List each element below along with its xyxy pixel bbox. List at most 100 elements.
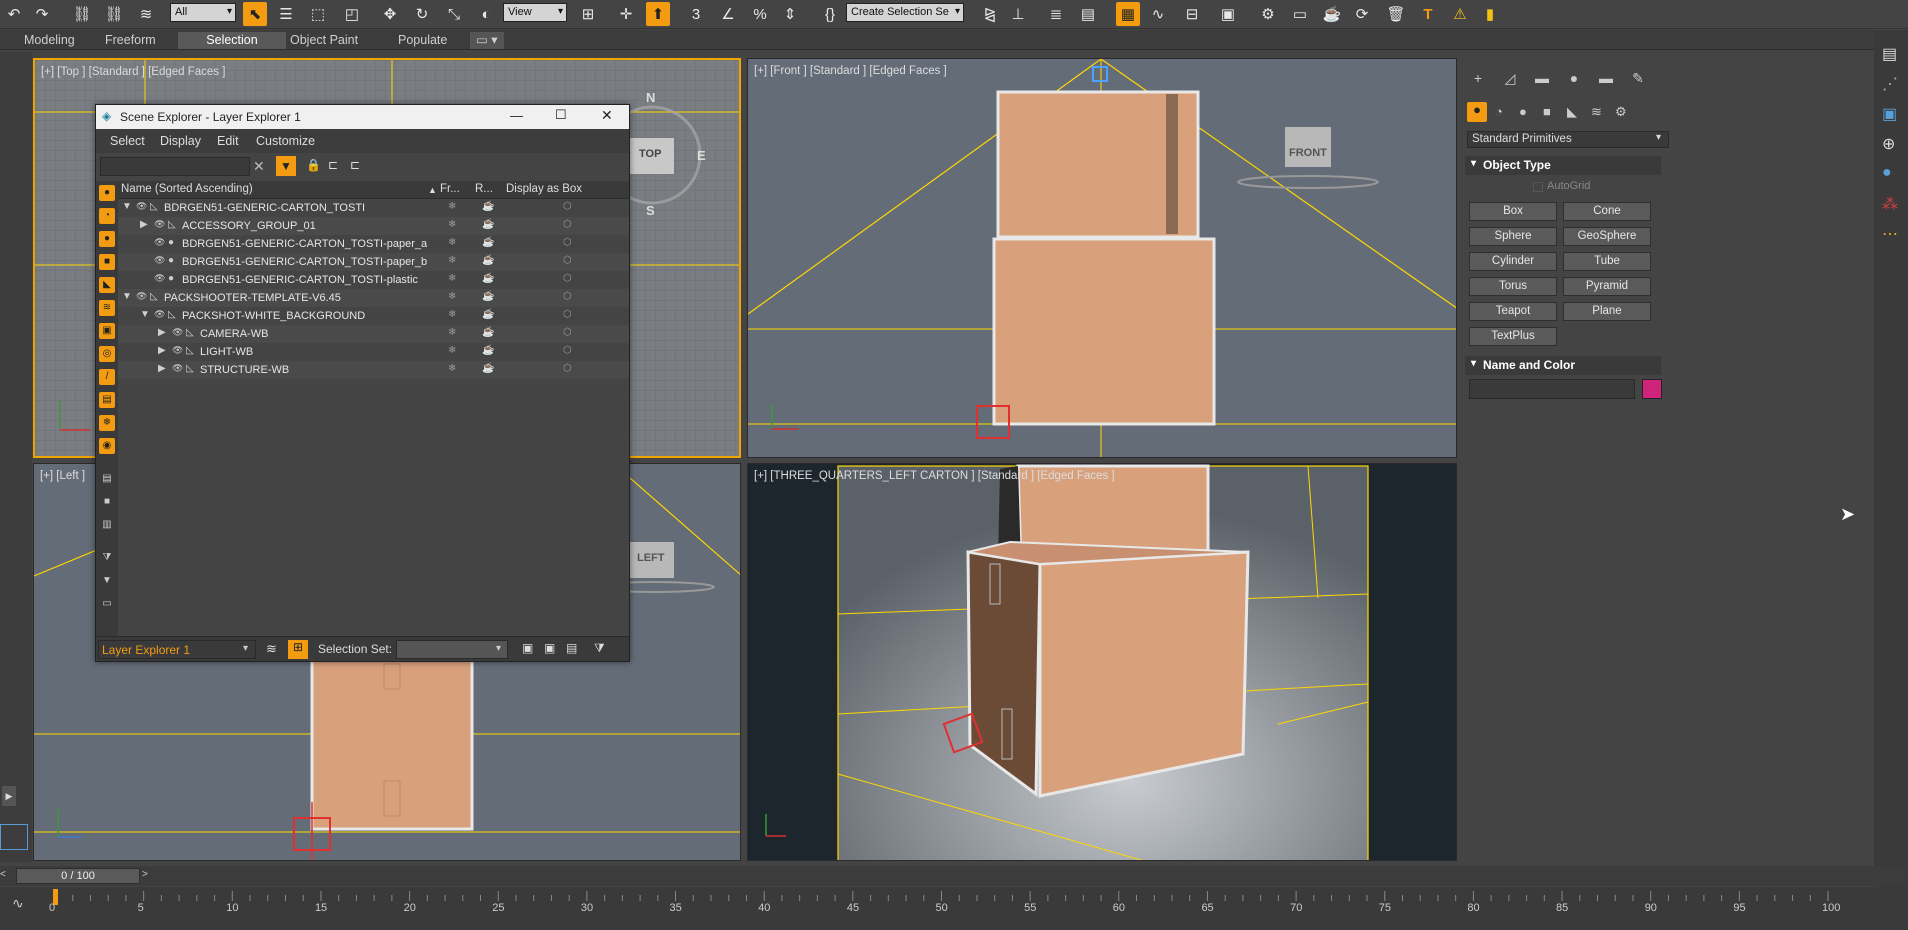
tab-selection[interactable]: Selection [178, 32, 286, 49]
category-chevron-icon[interactable]: ▾ [1656, 132, 1661, 143]
lock-icon[interactable]: 🔒 [306, 158, 321, 172]
viewcube-front[interactable]: FRONT [1289, 147, 1327, 159]
tube-button[interactable]: Tube [1563, 252, 1651, 271]
create-tab-icon[interactable]: + [1467, 70, 1489, 90]
selection-filter-dropdown[interactable]: All [170, 3, 236, 22]
renderable-icon[interactable]: ☕ [482, 309, 494, 320]
groups-filter-icon[interactable]: ▣ [99, 323, 115, 339]
shapes-filter-icon[interactable]: ◔ [99, 208, 115, 224]
explorer-row[interactable]: ▼ 👁 ◺ PACKSHOT-WHITE_BACKGROUND ❄ ☕ ⬡ [118, 307, 629, 325]
name-color-rollout[interactable]: Name and Color [1465, 356, 1661, 375]
freeze-icon[interactable]: ❄ [448, 345, 456, 356]
frozen-filter-icon[interactable]: ❄ [99, 415, 115, 431]
explorer-row[interactable]: 👁 ● BDRGEN51-GENERIC-CARTON_TOSTI-paper_b ❄… [118, 253, 629, 271]
sphere-icon[interactable]: ● [1882, 164, 1892, 182]
plane-button[interactable]: Plane [1563, 302, 1651, 321]
filter-selection-icon[interactable]: ⧩ [594, 641, 605, 656]
move-icon[interactable]: ✥ [378, 2, 402, 26]
render-iter-icon[interactable]: ⟳ [1350, 2, 1374, 26]
tab-modeling[interactable]: Modeling [14, 32, 85, 49]
lights-filter-icon[interactable]: ● [99, 231, 115, 247]
teapot-button[interactable]: Teapot [1469, 302, 1557, 321]
renderable-icon[interactable]: ☕ [482, 273, 494, 284]
edit-named-sel-icon[interactable]: {} [818, 2, 842, 26]
select-by-name-icon[interactable]: ☰ [274, 2, 298, 26]
menu-select[interactable]: Select [110, 134, 145, 148]
scale-icon[interactable]: ⤡ [442, 2, 466, 26]
link-icon[interactable]: ⛓ [70, 2, 94, 26]
visibility-eye-icon[interactable]: 👁 [154, 237, 165, 248]
menu-display[interactable]: Display [160, 134, 201, 148]
freeze-icon[interactable]: ❄ [448, 237, 456, 248]
layers-icon[interactable]: ≋ [266, 641, 277, 657]
renderable-icon[interactable]: ☕ [482, 327, 494, 338]
cube-icon[interactable]: ▣ [1882, 104, 1897, 124]
time-prev-icon[interactable]: < [0, 869, 14, 883]
viewport-label-left[interactable]: [+] [Left ] [40, 470, 85, 482]
text-icon[interactable]: T [1416, 2, 1440, 26]
display-box-icon[interactable]: ⬡ [563, 327, 572, 338]
track-bar[interactable]: ∿ 0 5 10 15 20 25 30 35 40 45 50 55 60 65 70 75 80 85 90 95… [0, 887, 1908, 930]
geometry-icon[interactable]: ● [1467, 102, 1487, 122]
minimize-icon[interactable]: — [510, 108, 523, 123]
window-crossing-icon[interactable]: ◰ [340, 2, 364, 26]
explorer-row[interactable]: 👁 ● BDRGEN51-GENERIC-CARTON_TOSTI-plastic ❄… [118, 271, 629, 289]
tag-icon[interactable]: ▮ [1478, 2, 1502, 26]
reference-coord-dropdown[interactable]: View [503, 3, 567, 22]
autogrid-checkbox[interactable] [1533, 182, 1543, 192]
chevron-down-icon[interactable]: ▾ [243, 643, 248, 654]
bones-filter-icon[interactable]: / [99, 369, 115, 385]
hierarchy-mode-icon[interactable]: ⊞ [288, 640, 308, 659]
trash-icon[interactable]: 🗑 [1384, 2, 1408, 26]
maximize-icon[interactable]: ☐ [555, 107, 567, 123]
keyboard-shortcut-override-icon[interactable]: ⬆ [646, 2, 670, 26]
display-box-icon[interactable]: ⬡ [563, 309, 572, 320]
snaps-icon[interactable]: 3 [684, 2, 708, 26]
visibility-eye-icon[interactable]: 👁 [172, 327, 183, 338]
col-box-header[interactable]: Display as Box [506, 183, 582, 195]
viewport-label-top[interactable]: [+] [Top ] [Standard ] [Edged Faces ] [41, 66, 225, 78]
viewport-layout-icon[interactable] [0, 824, 28, 850]
pivot-icon[interactable]: ⊞ [576, 2, 600, 26]
render-setup-icon[interactable]: ⚙ [1256, 2, 1280, 26]
display-box-icon[interactable]: ⬡ [563, 255, 572, 266]
display-box-icon[interactable]: ⬡ [563, 219, 572, 230]
cylinder-button[interactable]: Cylinder [1469, 252, 1557, 271]
display-box-icon[interactable]: ⬡ [563, 273, 572, 284]
spacewarps-filter-icon[interactable]: ≋ [99, 300, 115, 316]
helpers-icon[interactable]: ◣ [1567, 104, 1577, 120]
freeze-icon[interactable]: ❄ [448, 363, 456, 374]
rect-region-icon[interactable]: ⬚ [306, 2, 330, 26]
select-all-icon[interactable]: ▤ [99, 471, 115, 487]
dots-icon[interactable]: ⋯ [1882, 224, 1898, 244]
frame-window-icon[interactable]: ▭ [1288, 2, 1312, 26]
warning-icon[interactable]: ⚠ [1448, 2, 1472, 26]
utilities-tab-icon[interactable]: ✎ [1627, 70, 1649, 90]
tab-freeform[interactable]: Freeform [95, 32, 166, 49]
modify-tab-icon[interactable]: ◿ [1499, 70, 1521, 90]
freeze-icon[interactable]: ❄ [448, 291, 456, 302]
visibility-eye-icon[interactable]: 👁 [136, 201, 147, 212]
edit-selection-set-icon[interactable]: ▤ [566, 641, 577, 655]
explorer-row[interactable]: ▶ 👁 ◺ LIGHT-WB ❄ ☕ ⬡ [118, 343, 629, 361]
mirror-icon[interactable]: ⧎ [978, 2, 1002, 26]
cameras-filter-icon[interactable]: ■ [99, 254, 115, 270]
hierarchy-expand-icon[interactable]: ⊏ [350, 158, 360, 172]
freeze-icon[interactable]: ❄ [448, 255, 456, 266]
expand-right-icon[interactable]: ▶ [158, 327, 166, 338]
object-type-rollout[interactable]: Object Type [1465, 156, 1661, 175]
renderable-icon[interactable]: ☕ [482, 291, 494, 302]
percent-snap-icon[interactable]: % [748, 2, 772, 26]
tab-object-paint[interactable]: Object Paint [280, 32, 368, 49]
hierarchy-icon[interactable]: ⊏ [328, 158, 338, 172]
ribbon-options-icon[interactable]: ▭ ▾ [470, 32, 504, 49]
box-button[interactable]: Box [1469, 202, 1557, 221]
grid-icon[interactable]: ⋰ [1882, 74, 1898, 94]
cone-button[interactable]: Cone [1563, 202, 1651, 221]
selection-set-chevron-icon[interactable]: ▾ [496, 643, 501, 654]
systems-icon[interactable]: ⚙ [1615, 104, 1627, 120]
col-freeze-header[interactable]: Fr... [440, 183, 460, 195]
renderable-icon[interactable]: ☕ [482, 237, 494, 248]
explorer-name-dropdown[interactable]: Layer Explorer 1 [98, 640, 256, 659]
rotate-icon[interactable]: ↻ [410, 2, 434, 26]
